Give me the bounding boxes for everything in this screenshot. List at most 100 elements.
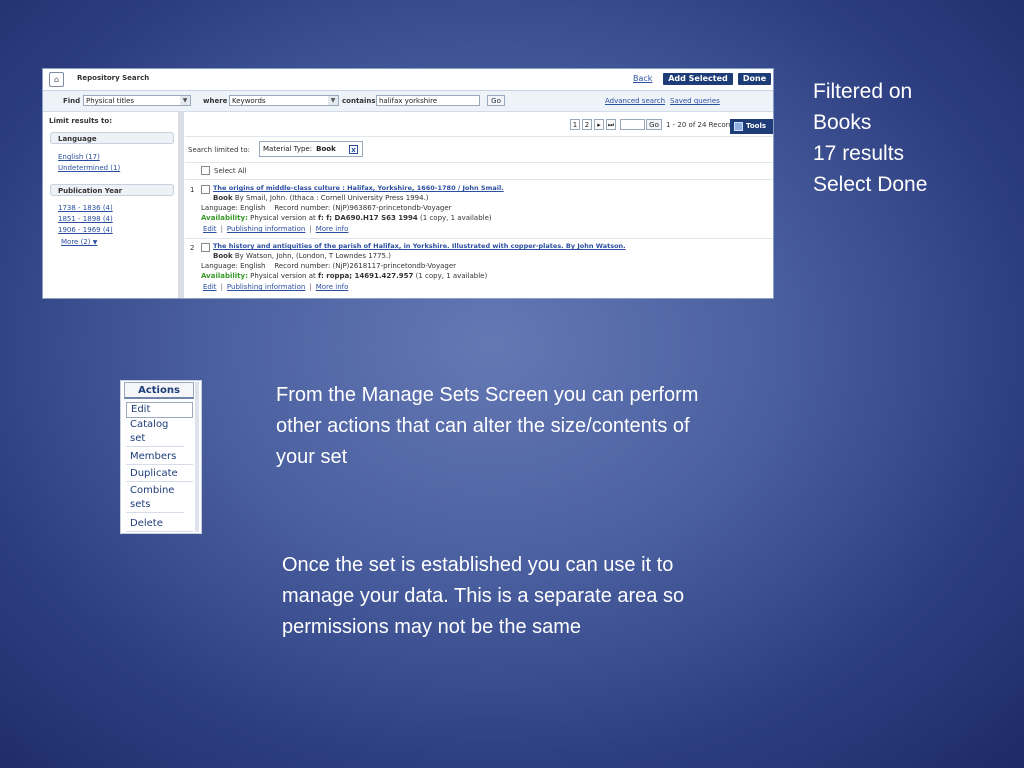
availability-prefix: Physical version at — [250, 272, 316, 280]
more-info-link[interactable]: More info — [316, 225, 349, 233]
where-label: where — [203, 97, 228, 105]
action-duplicate[interactable]: Duplicate — [126, 467, 193, 482]
page-1-button[interactable]: 1 — [570, 119, 580, 130]
chevron-down-icon: ▼ — [328, 96, 338, 105]
go-button[interactable]: Go — [487, 95, 505, 106]
page-number-input[interactable] — [620, 119, 645, 130]
page-title: Repository Search — [77, 74, 150, 82]
note-line: manage your data. This is a separate are… — [282, 585, 685, 607]
facet-link-year-1[interactable]: 1738 - 1836 (4) — [58, 204, 113, 212]
saved-queries-link[interactable]: Saved queries — [670, 97, 720, 105]
done-button[interactable]: Done — [738, 73, 771, 85]
record-number-label: Record number: — [274, 262, 331, 270]
pager-go-button[interactable]: Go — [646, 119, 662, 130]
more-facets-link[interactable]: More (2) ▼ — [61, 238, 97, 246]
publishing-info-link[interactable]: Publishing information — [227, 225, 305, 233]
tools-label: Tools — [746, 122, 767, 130]
advanced-search-link[interactable]: Advanced search — [605, 97, 665, 105]
chevron-down-icon: ▼ — [92, 239, 98, 246]
record-availability: Availability: Physical version at f: f; … — [201, 214, 492, 222]
back-link[interactable]: Back — [633, 74, 652, 83]
select-all-label: Select All — [214, 167, 247, 175]
page-2-button[interactable]: 2 — [582, 119, 592, 130]
record-links: Edit | Publishing information | More info — [203, 283, 349, 291]
limit-results-heading: Limit results to: — [49, 117, 112, 125]
note-line: From the Manage Sets Screen you can perf… — [276, 384, 699, 406]
record-title-link[interactable]: The history and antiquities of the paris… — [213, 242, 626, 250]
availability-label: Availability: — [201, 272, 248, 280]
search-input[interactable]: halifax yorkshire — [376, 95, 480, 106]
repository-search-screenshot: ⌂ Repository Search Back Add Selected Do… — [42, 68, 774, 299]
note-established-set: Once the set is established you can use … — [282, 550, 684, 643]
more-label: More (2) — [61, 238, 91, 246]
record-availability: Availability: Physical version at f: rop… — [201, 272, 487, 280]
where-select-value: Keywords — [232, 97, 266, 105]
record-byline: Book By Watson, John, (London, T Lowndes… — [213, 252, 391, 260]
record-number-label: Record number: — [274, 204, 331, 212]
record-checkbox[interactable] — [201, 243, 210, 252]
find-label: Find — [63, 97, 81, 105]
note-filtered: Filtered on Books 17 results Select Done — [813, 76, 927, 200]
facet-link-year-2[interactable]: 1851 - 1898 (4) — [58, 215, 113, 223]
action-edit[interactable]: Edit — [126, 402, 193, 418]
actions-header[interactable]: Actions — [124, 382, 194, 399]
availability-count: (1 copy, 1 available) — [415, 272, 488, 280]
search-limited-row: Search limited to: Material Type: Book x — [185, 136, 773, 163]
action-combine-sets[interactable]: Combine sets — [126, 484, 184, 513]
actions-menu: Actions Edit Catalog set Members Duplica… — [120, 380, 202, 534]
language-value: English — [240, 204, 266, 212]
material-type-chip: Material Type: Book x — [259, 141, 363, 157]
record-links: Edit | Publishing information | More info — [203, 225, 349, 233]
material-type-label: Material Type: — [263, 145, 313, 153]
tools-icon — [734, 122, 743, 131]
select-all-checkbox[interactable] — [201, 166, 210, 175]
more-info-link[interactable]: More info — [316, 283, 349, 291]
edit-link[interactable]: Edit — [203, 283, 217, 291]
results-pane: 1 2 ▸ ⏭ Go 1 - 20 of 24 Records Tools Se… — [185, 112, 773, 298]
record-number: 2 — [190, 244, 195, 252]
record-title-link[interactable]: The origins of middle-class culture : Ha… — [213, 184, 504, 192]
note-line: Filtered on — [813, 80, 913, 103]
language-label: Language: — [201, 262, 238, 270]
language-facet-header[interactable]: Language — [50, 132, 174, 144]
note-manage-sets: From the Manage Sets Screen you can perf… — [276, 380, 698, 473]
material-type-value: Book — [316, 145, 336, 153]
facet-link-year-3[interactable]: 1906 - 1969 (4) — [58, 226, 113, 234]
record-meta: Language: English Record number: (NjP)26… — [201, 262, 456, 270]
action-delete[interactable]: Delete — [126, 517, 193, 532]
record-divider — [185, 238, 773, 239]
publication-year-facet-header[interactable]: Publication Year — [50, 184, 174, 196]
record-author: By Smail, John. (Ithaca : Cornell Univer… — [234, 194, 429, 202]
availability-location: f: f; DA690.H17 S63 1994 — [317, 214, 418, 222]
note-line: Once the set is established you can use … — [282, 554, 674, 576]
actions-scrollbar[interactable] — [195, 382, 199, 532]
record-type: Book — [213, 194, 233, 202]
add-selected-button[interactable]: Add Selected — [663, 73, 733, 85]
tools-button[interactable]: Tools — [730, 119, 773, 134]
record-number-value: (NjP)2618117-princetondb-Voyager — [332, 262, 457, 270]
sidebar-scrollbar[interactable] — [178, 112, 184, 298]
record-meta: Language: English Record number: (NjP)96… — [201, 204, 452, 212]
note-line: your set — [276, 446, 348, 468]
last-page-icon[interactable]: ⏭ — [606, 119, 616, 130]
facet-link-english[interactable]: English (17) — [58, 153, 100, 161]
chevron-down-icon: ▼ — [180, 96, 190, 105]
facet-link-undetermined[interactable]: Undetermined (1) — [58, 164, 120, 172]
edit-link[interactable]: Edit — [203, 225, 217, 233]
top-toolbar: ⌂ Repository Search Back Add Selected Do… — [43, 69, 773, 91]
publishing-info-link[interactable]: Publishing information — [227, 283, 305, 291]
remove-filter-icon[interactable]: x — [349, 145, 358, 154]
record-count: 1 - 20 of 24 Records — [666, 121, 737, 129]
where-select[interactable]: Keywords ▼ — [229, 95, 339, 106]
next-page-icon[interactable]: ▸ — [594, 119, 604, 130]
note-line: other actions that can alter the size/co… — [276, 415, 690, 437]
limit-sidebar: Limit results to: Language English (17) … — [43, 112, 179, 298]
availability-location: f: roppa; 14691.427.957 — [317, 272, 414, 280]
action-catalog-set[interactable]: Catalog set — [126, 418, 184, 447]
language-value: English — [240, 262, 266, 270]
contains-label: contains — [342, 97, 376, 105]
record-number-value: (NjP)963867-princetondb-Voyager — [332, 204, 452, 212]
find-select[interactable]: Physical titles ▼ — [83, 95, 191, 106]
action-members[interactable]: Members — [126, 450, 193, 465]
record-checkbox[interactable] — [201, 185, 210, 194]
